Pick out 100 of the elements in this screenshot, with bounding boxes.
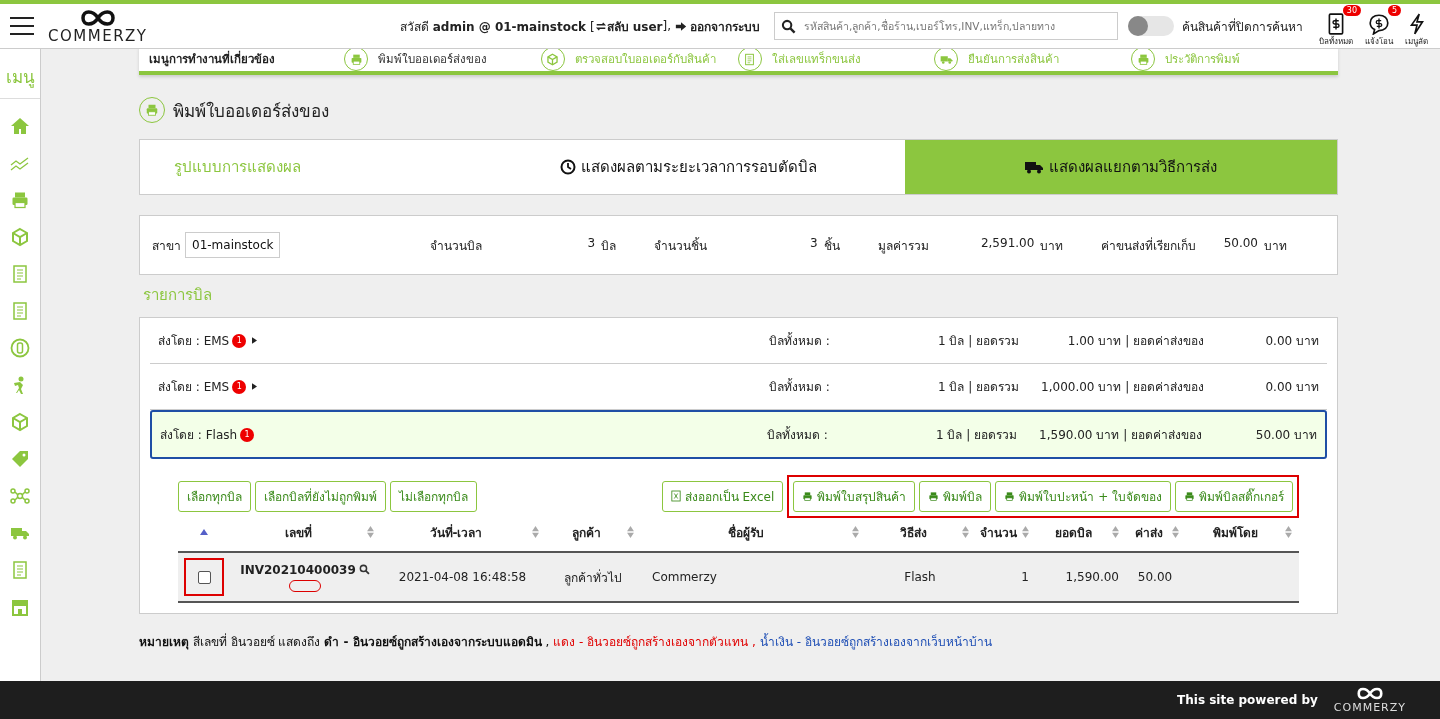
count-badge: 1 (232, 333, 247, 348)
related-menu-item[interactable]: พิมพ์ใบออเดอร์ส่งของ (344, 49, 541, 71)
column-header[interactable]: ยอดบิล (1055, 525, 1092, 540)
bill-count: 1 บิล | ยอดรวม (936, 333, 1019, 350)
select-button[interactable]: เลือกบิลที่ยังไม่ถูกพิมพ์ (255, 480, 386, 512)
table-cell: Flash (904, 570, 936, 584)
print-button[interactable]: พิมพ์ใบปะหน้า + ใบจัดของ (995, 480, 1171, 512)
column-header[interactable]: วันที่-เวลา (429, 525, 483, 540)
greeting-text: สวัสดี admin @ 01-mainstock [ (399, 18, 595, 36)
stat-value: 50.00 (1222, 235, 1258, 252)
carrier-label: ส่งโดย : EMS (158, 379, 230, 396)
home-icon[interactable] (10, 116, 30, 136)
stat-unit: ชิ้น (823, 236, 840, 255)
column-header[interactable]: จำนวน (980, 525, 1017, 540)
section-title: เมนูการทำงานที่เกี่ยวข้อง (149, 50, 276, 68)
menu-button[interactable] (10, 17, 34, 35)
logout-arrow-icon[interactable] (675, 20, 687, 32)
document-icon[interactable] (10, 264, 30, 284)
column-header[interactable]: เลขที่ (285, 525, 312, 540)
shortcut-button[interactable]: 30 บิลทั้งหมด (1319, 4, 1361, 48)
coin-icon[interactable] (10, 338, 30, 358)
print-button[interactable]: พิมพ์บิล (919, 480, 992, 512)
printer-icon[interactable] (10, 190, 30, 210)
document-icon[interactable] (10, 301, 30, 321)
table-row[interactable]: INV20210400039 2021-04-08 16:48:58 ลูกค้าทั่วไป Commerzy Flash 1 1,590.00 50.00 (178, 553, 1299, 603)
bill-amount: 1,590.00 บาท | ยอดค่าส่งของ (1038, 427, 1202, 444)
shipping-amount: 0.00 บาท (1264, 333, 1319, 350)
count-badge: 1 (240, 427, 255, 442)
store-icon[interactable] (10, 597, 30, 617)
bill-count: 1 บิล | ยอดรวม (934, 427, 1017, 444)
row-checkbox[interactable] (197, 570, 211, 584)
shipping-amount: 0.00 บาท (1264, 379, 1319, 396)
column-header[interactable]: ลูกค้า (571, 525, 601, 540)
sort-icon[interactable] (627, 526, 634, 538)
view-tab[interactable]: แสดงผลแยกตามวิธีการส่ง (904, 140, 1337, 194)
branch-field[interactable]: 01-mainstock (185, 232, 281, 258)
shipping-group-row[interactable]: ส่งโดย : Flash 1 บิลทั้งหมด : 1 บิล | ยอดรวม 1,590.00 บาท | ยอดค่าส่งของ 50.00 บาท (150, 410, 1327, 459)
print-button[interactable]: พิมพ์บิลสติ๊กเกอร์ (1175, 480, 1293, 512)
caret-icon (252, 337, 258, 344)
table-cell: 50.00 (1137, 570, 1173, 584)
sort-icon[interactable] (962, 526, 969, 538)
search-icon[interactable] (358, 564, 370, 575)
document-icon[interactable] (10, 560, 30, 580)
search-icon (781, 18, 796, 34)
lightning-icon (1407, 12, 1426, 35)
shortcut-button[interactable]: 5 แจ้งโอน (1365, 4, 1401, 48)
sort-icon[interactable] (367, 526, 374, 538)
table-cell-text: ลูกค้าทั่วไป (563, 568, 622, 587)
swap-arrows-icon[interactable] (594, 20, 607, 32)
logout-link[interactable]: ออกจากระบบ (690, 16, 760, 36)
page-title: พิมพ์ใบออเดอร์ส่งของ (173, 99, 329, 123)
sort-icon[interactable] (1285, 526, 1292, 538)
export-excel-button[interactable]: ส่งออกเป็น Excel (661, 480, 784, 512)
column-header[interactable]: พิมพ์โดย (1212, 525, 1258, 540)
carrier-label: ส่งโดย : Flash (160, 427, 238, 444)
column-header[interactable]: วิธีส่ง (900, 525, 927, 540)
select-button[interactable]: เลือกทุกบิล (178, 480, 251, 512)
stat-value: 3 (809, 235, 818, 252)
printer-icon (802, 490, 814, 502)
sort-ascending-icon[interactable] (200, 529, 208, 535)
sort-icon[interactable] (852, 526, 859, 538)
printer-icon (349, 52, 363, 66)
sort-icon[interactable] (532, 526, 539, 538)
count-badge: 30 (1342, 4, 1361, 16)
column-header[interactable]: ชื่อผู้รับ (728, 525, 764, 540)
sort-icon[interactable] (1112, 526, 1119, 538)
printer-icon (145, 103, 159, 117)
sort-icon[interactable] (1022, 526, 1029, 538)
brand-name: COMMERZY (1333, 701, 1406, 714)
select-button[interactable]: ไม่เลือกทุกบิล (390, 480, 477, 512)
stat-value: 3 (586, 235, 596, 252)
bill-amount: 1.00 บาท | ยอดค่าส่งของ (1066, 333, 1204, 350)
carrier-label: ส่งโดย : EMS (158, 333, 230, 350)
sort-icon[interactable] (1172, 526, 1179, 538)
column-header[interactable]: ค่าส่ง (1134, 525, 1163, 540)
brand-name: COMMERZY (48, 28, 148, 44)
box-icon[interactable] (10, 227, 30, 247)
stat-label: มูลค่ารวม (877, 237, 929, 255)
display-mode-label: รูปแบบการแสดงผล (173, 157, 302, 178)
stat-unit: บาท (1264, 237, 1287, 255)
toggle-switch[interactable] (1128, 16, 1174, 36)
printer-icon (1184, 490, 1195, 502)
printer-icon (1136, 52, 1150, 66)
switch-user-link[interactable]: สลับ user (606, 16, 663, 36)
clock-icon (559, 159, 576, 175)
spreadsheet-icon (670, 490, 681, 502)
stat-value: 2,591.00 (979, 235, 1035, 252)
network-icon[interactable] (10, 486, 30, 506)
bill-count: 1 บิล | ยอดรวม (936, 379, 1019, 396)
print-button[interactable]: พิมพ์ใบสรุปสินค้า (793, 480, 916, 512)
stat-label: ค่าขนส่งที่เรียกเก็บ (1101, 236, 1197, 255)
shortcut-button[interactable]: เมนูลัด (1405, 4, 1436, 48)
invoice-number[interactable]: INV20210400039 (240, 562, 356, 577)
search-field[interactable]: รหัสสินค้า,ลูกค้า,ชื่อร้าน,เบอร์โทร,INV,แทร็ก,ปลายทาง (774, 12, 1118, 40)
tag-icon[interactable] (10, 449, 30, 469)
stat-label: จำนวนบิล (430, 237, 483, 255)
shipping-group-row[interactable]: ส่งโดย : EMS 1 บิลทั้งหมด : 1 บิล | ยอดรวม 1.00 บาท | ยอดค่าส่งของ 0.00 บาท (150, 318, 1327, 364)
powered-by-text: This site powered by (1177, 693, 1318, 707)
box-icon[interactable] (10, 412, 30, 432)
view-tab[interactable]: แสดงผลตามระยะเวลาการรอบตัดบิล (472, 140, 905, 194)
